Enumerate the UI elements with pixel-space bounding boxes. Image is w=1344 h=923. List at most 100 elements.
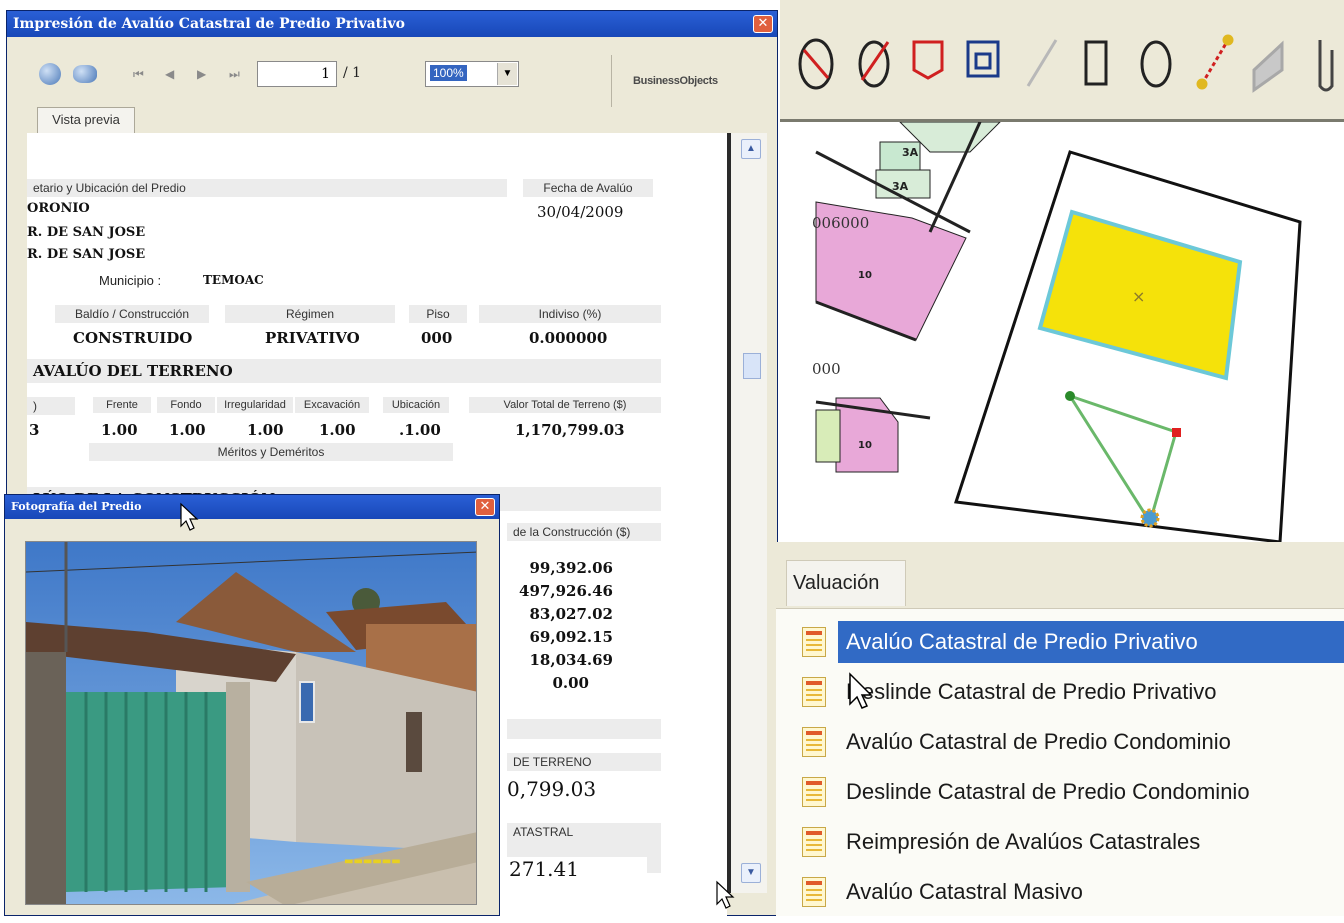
pointer-cursor-icon — [716, 880, 735, 909]
col-value-piso: 000 — [421, 329, 453, 347]
owner-header: etario y Ubicación del Predio — [27, 179, 507, 197]
chevron-down-icon[interactable]: ▼ — [497, 63, 517, 85]
col-value-indiviso: 0.000000 — [529, 329, 608, 347]
ellipse-tool-icon[interactable] — [1140, 40, 1172, 88]
factor-header-0: ) — [27, 397, 75, 415]
scroll-thumb[interactable] — [743, 353, 761, 379]
catastral-value: 271.41 — [507, 857, 647, 881]
factor-value-excavacion: 1.00 — [319, 421, 356, 439]
menu-item-avaluo-privativo[interactable]: Avalúo Catastral de Predio Privativo — [776, 619, 1344, 665]
property-photo: ▬▬▬▬▬▬ — [25, 541, 477, 905]
report-document-icon — [802, 727, 826, 757]
menu-item-label: Avalúo Catastral de Predio Privativo — [838, 621, 1344, 663]
section-terreno: AVALÚO DEL TERRENO — [27, 359, 661, 383]
svg-text:×: × — [1132, 287, 1145, 306]
report-close-button[interactable]: ✕ — [753, 15, 773, 33]
merge-tool-icon[interactable] — [1252, 40, 1284, 93]
photo-close-button[interactable]: ✕ — [475, 498, 495, 516]
map-label-0: 3A — [902, 146, 919, 159]
municipio-value: TEMOAC — [203, 273, 264, 287]
factor-value-0: 3 — [29, 421, 40, 439]
owner-line1: ORONIO — [27, 201, 90, 216]
factor-header-excavacion: Excavación — [295, 397, 369, 413]
factor-header-irregularidad: Irregularidad — [217, 397, 293, 413]
report-window-title: Impresión de Avalúo Catastral de Predio … — [7, 11, 777, 37]
col-header-baldio: Baldío / Construcción — [55, 305, 209, 323]
svg-text:▬▬▬▬▬▬: ▬▬▬▬▬▬ — [344, 856, 401, 867]
polygon-edit-icon[interactable] — [912, 40, 944, 80]
col-value-baldio: CONSTRUIDO — [73, 329, 193, 347]
date-header: Fecha de Avalúo — [523, 179, 653, 197]
last-page-button[interactable]: ⏭ — [229, 67, 240, 82]
menu-item-avaluo-condominio[interactable]: Avalúo Catastral de Predio Condominio — [776, 719, 1344, 765]
menu-item-reimpresion[interactable]: Reimpresión de Avalúos Catastrales — [776, 819, 1344, 865]
gray-bar — [507, 719, 661, 739]
print-icon[interactable] — [73, 65, 97, 83]
map-label-2: 006000 — [812, 214, 869, 232]
photo-window-title: Fotografía del Predio — [5, 495, 499, 519]
map-label-4: 000 — [812, 360, 841, 378]
factor-header-fondo: Fondo — [157, 397, 215, 413]
report-document-icon — [802, 877, 826, 907]
construccion-header: de la Construcción ($) — [507, 523, 661, 541]
rectangle-tool-icon[interactable] — [1084, 40, 1108, 86]
owner-line2: R. DE SAN JOSE — [27, 225, 146, 240]
report-scrollbar[interactable]: ▲ ▼ — [727, 133, 767, 893]
menu-item-avaluo-masivo[interactable]: Avalúo Catastral Masivo — [776, 869, 1344, 915]
page-number-input[interactable]: 1 — [257, 61, 337, 87]
factor-header-valor: Valor Total de Terreno ($) — [469, 397, 661, 413]
map-label-1: 3A — [892, 180, 909, 193]
line-tool-icon[interactable] — [1026, 39, 1058, 87]
factor-value-frente: 1.00 — [101, 421, 138, 439]
polygon-select-icon[interactable] — [798, 38, 834, 90]
construccion-value-1: 497,926.46 — [519, 582, 613, 600]
report-document-icon — [802, 777, 826, 807]
next-page-button[interactable]: ▶ — [197, 67, 206, 81]
report-document-icon — [802, 677, 826, 707]
export-icon[interactable] — [39, 63, 61, 85]
construccion-value-0: 99,392.06 — [529, 559, 613, 577]
grid-table-icon[interactable] — [966, 40, 1000, 78]
move-cursor-icon — [180, 502, 199, 531]
map-label-5: 10 — [858, 440, 872, 451]
terreno-total-header: DE TERRENO — [507, 753, 661, 771]
valuacion-panel: Valuación Avalúo Catastral de Predio Pri… — [776, 542, 1344, 916]
terreno-total-value: 0,799.03 — [507, 777, 597, 801]
menu-item-label: Avalúo Catastral Masivo — [846, 879, 1083, 904]
factor-value-ubicacion: .1.00 — [399, 421, 441, 439]
factor-value-valor-total: 1,170,799.03 — [515, 421, 625, 439]
construccion-value-3: 69,092.15 — [529, 628, 613, 646]
vertex-tool-icon[interactable] — [1196, 34, 1234, 90]
menu-item-label: Deslinde Catastral de Predio Privativo — [846, 679, 1217, 704]
col-value-regimen: PRIVATIVO — [265, 329, 360, 347]
parcel-map[interactable]: × 3A 3A 006000 10 000 10 — [780, 122, 1344, 542]
menu-item-deslinde-condominio[interactable]: Deslinde Catastral de Predio Condominio — [776, 769, 1344, 815]
meritos-header: Méritos y Deméritos — [89, 443, 453, 461]
tab-vista-previa[interactable]: Vista previa — [37, 107, 135, 133]
zoom-select[interactable]: 100% ▼ — [425, 61, 519, 87]
owner-line3: R. DE SAN JOSE — [27, 247, 146, 262]
businessobjects-logo: BusinessObjects — [633, 75, 718, 87]
menu-item-label: Reimpresión de Avalúos Catastrales — [846, 829, 1201, 854]
scroll-down-button[interactable]: ▼ — [741, 863, 761, 883]
col-header-indiviso: Indiviso (%) — [479, 305, 661, 323]
first-page-button[interactable]: ⏮ — [133, 67, 144, 82]
zoom-value: 100% — [430, 65, 467, 81]
scroll-up-button[interactable]: ▲ — [741, 139, 761, 159]
col-header-piso: Piso — [409, 305, 467, 323]
tab-valuacion[interactable]: Valuación — [786, 560, 906, 606]
municipio-label: Municipio : — [99, 273, 162, 288]
construccion-value-2: 83,027.02 — [529, 605, 613, 623]
factor-value-irregularidad: 1.00 — [247, 421, 284, 439]
report-document-icon — [802, 627, 826, 657]
photo-window: Fotografía del Predio ✕ ▬▬▬▬▬▬ — [4, 494, 500, 916]
prev-page-button[interactable]: ◀ — [165, 67, 174, 81]
factor-value-fondo: 1.00 — [169, 421, 206, 439]
construccion-value-5: 0.00 — [552, 674, 589, 692]
factor-header-ubicacion: Ubicación — [383, 397, 449, 413]
col-header-regimen: Régimen — [225, 305, 395, 323]
report-document-icon — [802, 827, 826, 857]
polygon-cut-icon[interactable] — [858, 40, 890, 88]
attach-icon[interactable] — [1318, 40, 1334, 92]
factor-header-frente: Frente — [93, 397, 151, 413]
